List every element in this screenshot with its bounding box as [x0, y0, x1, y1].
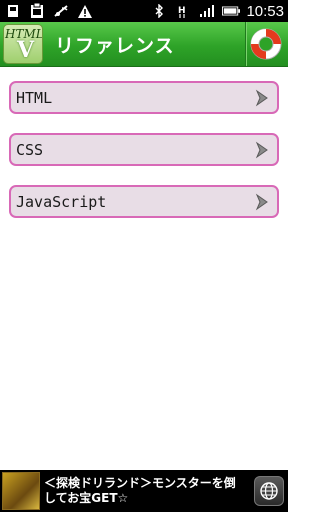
network-h-icon: H: [174, 3, 192, 19]
ad-text: ＜探検ドリランド＞モンスターを倒してお宝GET☆: [44, 476, 236, 505]
help-button[interactable]: [247, 25, 285, 63]
usb-icon: [4, 3, 22, 19]
lifebuoy-icon: [250, 28, 282, 60]
menu-item-html[interactable]: HTML: [9, 81, 279, 114]
globe-icon[interactable]: [254, 476, 284, 506]
menu-item-label: HTML: [16, 88, 53, 107]
status-bar: H 10:53: [0, 0, 288, 22]
warning-icon: [76, 3, 94, 19]
menu-item-label: CSS: [16, 140, 44, 159]
status-time: 10:53: [246, 2, 284, 20]
clipboard-icon: [28, 3, 46, 19]
app-header: HTML V リファレンス: [0, 22, 288, 67]
menu-item-label: JavaScript: [16, 192, 107, 211]
header-divider: [245, 22, 246, 66]
ad-banner[interactable]: ＜探検ドリランド＞モンスターを倒してお宝GET☆: [0, 470, 288, 512]
bluetooth-icon: [150, 3, 168, 19]
battery-icon: [222, 3, 241, 19]
chevron-right-icon: [255, 141, 268, 159]
reference-menu: HTML CSS JavaScript: [9, 81, 279, 237]
app-logo-icon: HTML V: [3, 24, 43, 64]
chevron-right-icon: [255, 89, 268, 107]
ad-thumbnail: [2, 472, 40, 510]
wifi-off-icon: [52, 3, 70, 19]
chevron-right-icon: [255, 193, 268, 211]
menu-item-css[interactable]: CSS: [9, 133, 279, 166]
app-logo-letter: V: [17, 37, 35, 63]
page-title: リファレンス: [55, 34, 175, 57]
menu-item-javascript[interactable]: JavaScript: [9, 185, 279, 218]
signal-icon: [198, 3, 216, 19]
